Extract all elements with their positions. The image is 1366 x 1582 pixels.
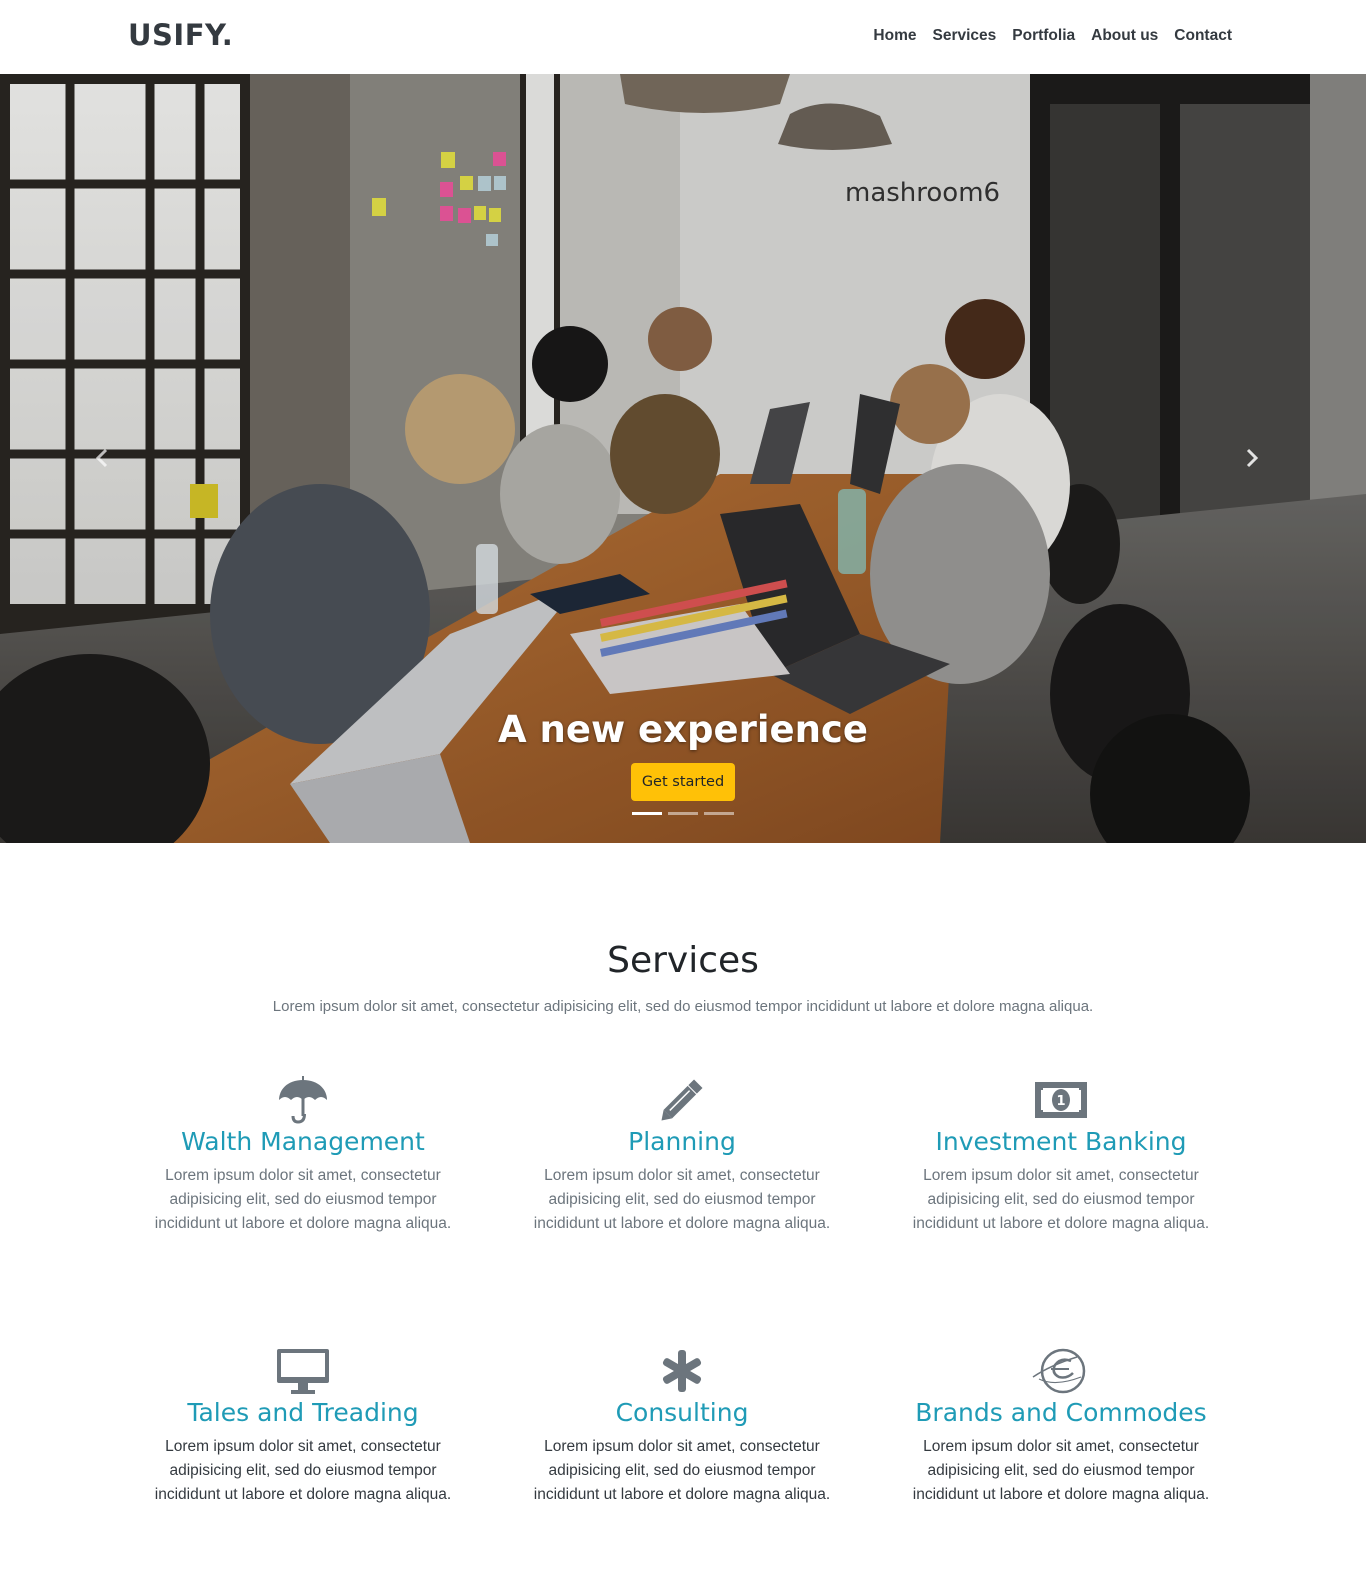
carousel-prev-button[interactable] [82, 438, 122, 478]
service-description: Lorem ipsum dolor sit amet, consectetur … [533, 1167, 831, 1232]
hero-caption: A new experience [0, 708, 1366, 751]
hero-carousel: mashroom6 A new experience Get started [0, 74, 1366, 843]
chevron-left-icon [95, 448, 108, 468]
nav-link-about[interactable]: About us [1091, 27, 1158, 45]
nav-link-contact[interactable]: Contact [1174, 27, 1232, 45]
chevron-right-icon [1246, 448, 1259, 468]
service-card-planning: Planning Lorem ipsum dolor sit amet, con… [512, 1076, 852, 1236]
hero-title: A new experience [498, 708, 868, 751]
service-title: Consulting [615, 1398, 749, 1427]
nav-link-services[interactable]: Services [932, 27, 996, 45]
money-bill-icon: 1 [1035, 1082, 1087, 1118]
services-title: Services [607, 940, 759, 981]
service-description: Lorem ipsum dolor sit amet, consectetur … [912, 1438, 1210, 1503]
service-title: Brands and Commodes [915, 1398, 1207, 1427]
carousel-indicator-3[interactable] [704, 812, 734, 815]
service-card-trading: Tales and Treading Lorem ipsum dolor sit… [133, 1347, 473, 1507]
service-title: Tales and Treading [187, 1398, 419, 1427]
service-card-consulting: Consulting Lorem ipsum dolor sit amet, c… [512, 1347, 852, 1507]
service-card-investment: 1 Investment Banking Lorem ipsum dolor s… [891, 1076, 1231, 1236]
service-description: Lorem ipsum dolor sit amet, consectetur … [912, 1167, 1210, 1232]
service-description: Lorem ipsum dolor sit amet, consectetur … [154, 1438, 452, 1503]
umbrella-icon [279, 1076, 327, 1124]
carousel-indicators [632, 812, 734, 815]
service-description: Lorem ipsum dolor sit amet, consectetur … [154, 1167, 452, 1232]
nav-link-home[interactable]: Home [873, 27, 916, 45]
service-card-brands: Brands and Commodes Lorem ipsum dolor si… [891, 1347, 1231, 1507]
navbar: USIFY. Home Services Portfolia About us … [0, 0, 1366, 74]
service-title: Planning [628, 1127, 736, 1156]
service-title: Investment Banking [935, 1127, 1187, 1156]
services-subtitle: Lorem ipsum dolor sit amet, consectetur … [272, 998, 1094, 1015]
carousel-indicator-2[interactable] [668, 812, 698, 815]
brand-logo[interactable]: USIFY. [128, 18, 233, 52]
asterisk-icon [662, 1350, 702, 1392]
carousel-indicator-1[interactable] [632, 812, 662, 815]
monitor-icon [277, 1349, 329, 1394]
globe-orbit-icon [1032, 1348, 1086, 1394]
get-started-button[interactable]: Get started [631, 763, 735, 801]
carousel-next-button[interactable] [1232, 438, 1272, 478]
service-description: Lorem ipsum dolor sit amet, consectetur … [533, 1438, 831, 1503]
svg-text:1: 1 [1056, 1094, 1065, 1109]
main-nav: Home Services Portfolia About us Contact [873, 27, 1232, 45]
pencil-icon [661, 1079, 703, 1121]
nav-link-portfolia[interactable]: Portfolia [1012, 27, 1075, 45]
service-title: Walth Management [181, 1127, 425, 1156]
service-card-wealth: Walth Management Lorem ipsum dolor sit a… [133, 1076, 473, 1236]
